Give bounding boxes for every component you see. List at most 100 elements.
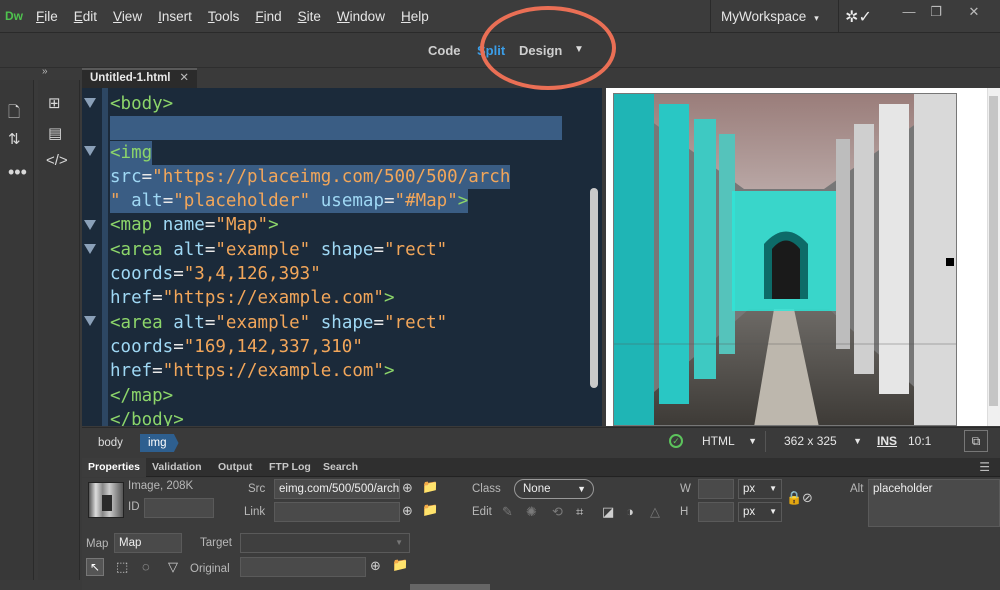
map-name-field[interactable]: Map — [114, 533, 182, 553]
menu-help[interactable]: Help — [393, 0, 437, 33]
menu-edit[interactable]: Edit — [66, 0, 105, 33]
language-select[interactable]: HTML ▼ — [694, 431, 766, 452]
code-line[interactable]: src="https://placeimg.com/500/500/arch — [110, 164, 562, 190]
fold-arrow-icon[interactable] — [84, 220, 96, 230]
sharpen-icon[interactable]: △ — [650, 504, 660, 520]
width-field[interactable] — [698, 479, 734, 499]
code-line[interactable]: <body> — [110, 92, 562, 116]
code-editor[interactable]: <body> <img src="https://placeimg.com/500/… — [82, 88, 602, 426]
fold-arrow-icon[interactable] — [84, 146, 96, 156]
height-unit-select[interactable]: px ▼ — [738, 502, 782, 522]
image-resize-handle[interactable] — [946, 258, 954, 266]
design-view[interactable] — [603, 88, 1000, 426]
code-line[interactable]: href="https://example.com"> — [110, 286, 562, 310]
code-line[interactable]: " alt="placeholder" usemap="#Map"> — [110, 189, 562, 214]
point-to-file-icon[interactable]: ⊕ — [402, 480, 413, 496]
polygon-hotspot-icon[interactable]: ▽ — [168, 559, 178, 575]
height-unit-value: px — [743, 506, 756, 518]
document-tab[interactable]: Untitled-1.html ✕ — [82, 68, 197, 88]
code-line[interactable]: </map> — [110, 384, 562, 408]
menu-insert[interactable]: Insert — [150, 0, 200, 33]
lock-icon[interactable]: 🔒 — [786, 490, 802, 506]
code-line[interactable]: href="https://example.com"> — [110, 359, 562, 383]
crop-icon[interactable]: ⌗ — [576, 504, 583, 520]
reset-size-icon[interactable]: ⊘ — [802, 490, 813, 506]
tab-properties[interactable]: Properties — [82, 458, 146, 477]
code-line[interactable]: <img — [110, 140, 562, 165]
split-view-button[interactable]: Split — [477, 43, 505, 58]
folder-icon[interactable]: 📁 — [392, 557, 408, 573]
menu-tools[interactable]: Tools — [200, 0, 248, 33]
tab-validation[interactable]: Validation — [146, 458, 208, 477]
panel-resize-grip[interactable] — [410, 584, 490, 590]
menu-view[interactable]: View — [105, 0, 150, 33]
folder-icon[interactable]: 📁 — [422, 502, 438, 518]
fold-arrow-icon[interactable] — [84, 98, 96, 108]
panel-menu-icon[interactable]: ☰ — [979, 460, 990, 474]
link-field[interactable] — [274, 502, 400, 522]
brightness-icon[interactable]: ◑ — [626, 504, 634, 519]
pointer-hotspot-icon[interactable]: ↖ — [86, 558, 104, 576]
restore-icon[interactable]: ❐ — [920, 2, 952, 22]
circle-hotspot-icon[interactable]: ◌ — [142, 559, 150, 574]
design-view-button[interactable]: Design — [519, 43, 562, 58]
optimize-icon[interactable]: ✺ — [526, 504, 537, 520]
point-to-file-icon[interactable]: ⊕ — [370, 558, 381, 574]
point-to-file-icon[interactable]: ⊕ — [402, 503, 413, 519]
height-field[interactable] — [698, 502, 734, 522]
code-text[interactable]: <body> <img src="https://placeimg.com/500/… — [110, 92, 562, 426]
close-tab-icon[interactable]: ✕ — [179, 70, 189, 87]
resample-icon[interactable]: ◪ — [602, 504, 614, 520]
fold-arrow-icon[interactable] — [84, 316, 96, 326]
target-select[interactable]: ▼ — [240, 533, 410, 553]
id-field[interactable] — [144, 498, 214, 518]
more-icon[interactable]: ••• — [8, 162, 27, 183]
sync-settings-icon[interactable]: ✲✓ — [838, 0, 878, 33]
tab-ftp-log[interactable]: FTP Log — [263, 458, 317, 477]
src-field[interactable]: eimg.com/500/500/arch — [274, 479, 400, 499]
rect-hotspot-icon[interactable]: ⬚ — [116, 559, 128, 575]
edit-image-icon[interactable]: ✎ — [502, 504, 513, 520]
width-unit-select[interactable]: px ▼ — [738, 479, 782, 499]
code-line[interactable]: <map name="Map"> — [110, 213, 562, 237]
view-dropdown-icon[interactable]: ▼ — [574, 44, 584, 55]
original-field[interactable] — [240, 557, 366, 577]
insert-mode[interactable]: INS — [877, 431, 897, 452]
chevron-down-icon: ▼ — [769, 507, 777, 516]
sort-icon[interactable]: ⇅ — [8, 130, 21, 148]
code-line[interactable]: <area alt="example" shape="rect" — [110, 238, 562, 262]
window-size-select[interactable]: 362 x 325 ▼ — [776, 431, 866, 452]
tab-search[interactable]: Search — [317, 458, 364, 477]
breadcrumb-body[interactable]: body — [90, 434, 131, 452]
menu-find[interactable]: Find — [247, 0, 289, 33]
expand-panels-icon[interactable]: » — [42, 66, 48, 77]
preview-icon[interactable]: ⧉ — [964, 430, 988, 452]
design-scrollbar[interactable] — [987, 88, 1000, 426]
code-line[interactable]: </body> — [110, 408, 562, 426]
dom-tree-icon[interactable]: ⊞ — [48, 94, 61, 112]
assets-icon[interactable]: ▤ — [48, 124, 62, 142]
close-icon[interactable]: ✕ — [958, 2, 990, 22]
class-select[interactable]: None ▼ — [514, 479, 594, 499]
alt-field[interactable]: placeholder — [868, 479, 1000, 527]
code-line[interactable]: coords="3,4,126,393" — [110, 262, 562, 286]
folder-icon[interactable]: 📁 — [422, 479, 438, 495]
code-view-button[interactable]: Code — [428, 43, 461, 58]
code-scrollbar[interactable] — [590, 188, 598, 388]
breadcrumb-img[interactable]: img — [140, 434, 179, 452]
menu-file[interactable]: File — [28, 0, 66, 33]
code-line[interactable]: coords="169,142,337,310" — [110, 335, 562, 359]
files-icon[interactable]: 🗋 — [8, 102, 20, 127]
code-line[interactable]: <area alt="example" shape="rect" — [110, 311, 562, 335]
menu-site[interactable]: Site — [290, 0, 329, 33]
code-snippet-icon[interactable]: </> — [46, 152, 68, 169]
arch-image[interactable] — [613, 93, 957, 426]
tab-output[interactable]: Output — [212, 458, 258, 477]
menu-label-rest: elp — [410, 8, 429, 24]
code-line[interactable] — [110, 116, 562, 141]
fold-arrow-icon[interactable] — [84, 244, 96, 254]
update-icon[interactable]: ⟲ — [552, 504, 563, 520]
menu-window[interactable]: Window — [329, 0, 393, 33]
workspace-switcher[interactable]: MyWorkspace ▾ — [710, 0, 819, 33]
design-scroll-thumb[interactable] — [989, 96, 998, 406]
